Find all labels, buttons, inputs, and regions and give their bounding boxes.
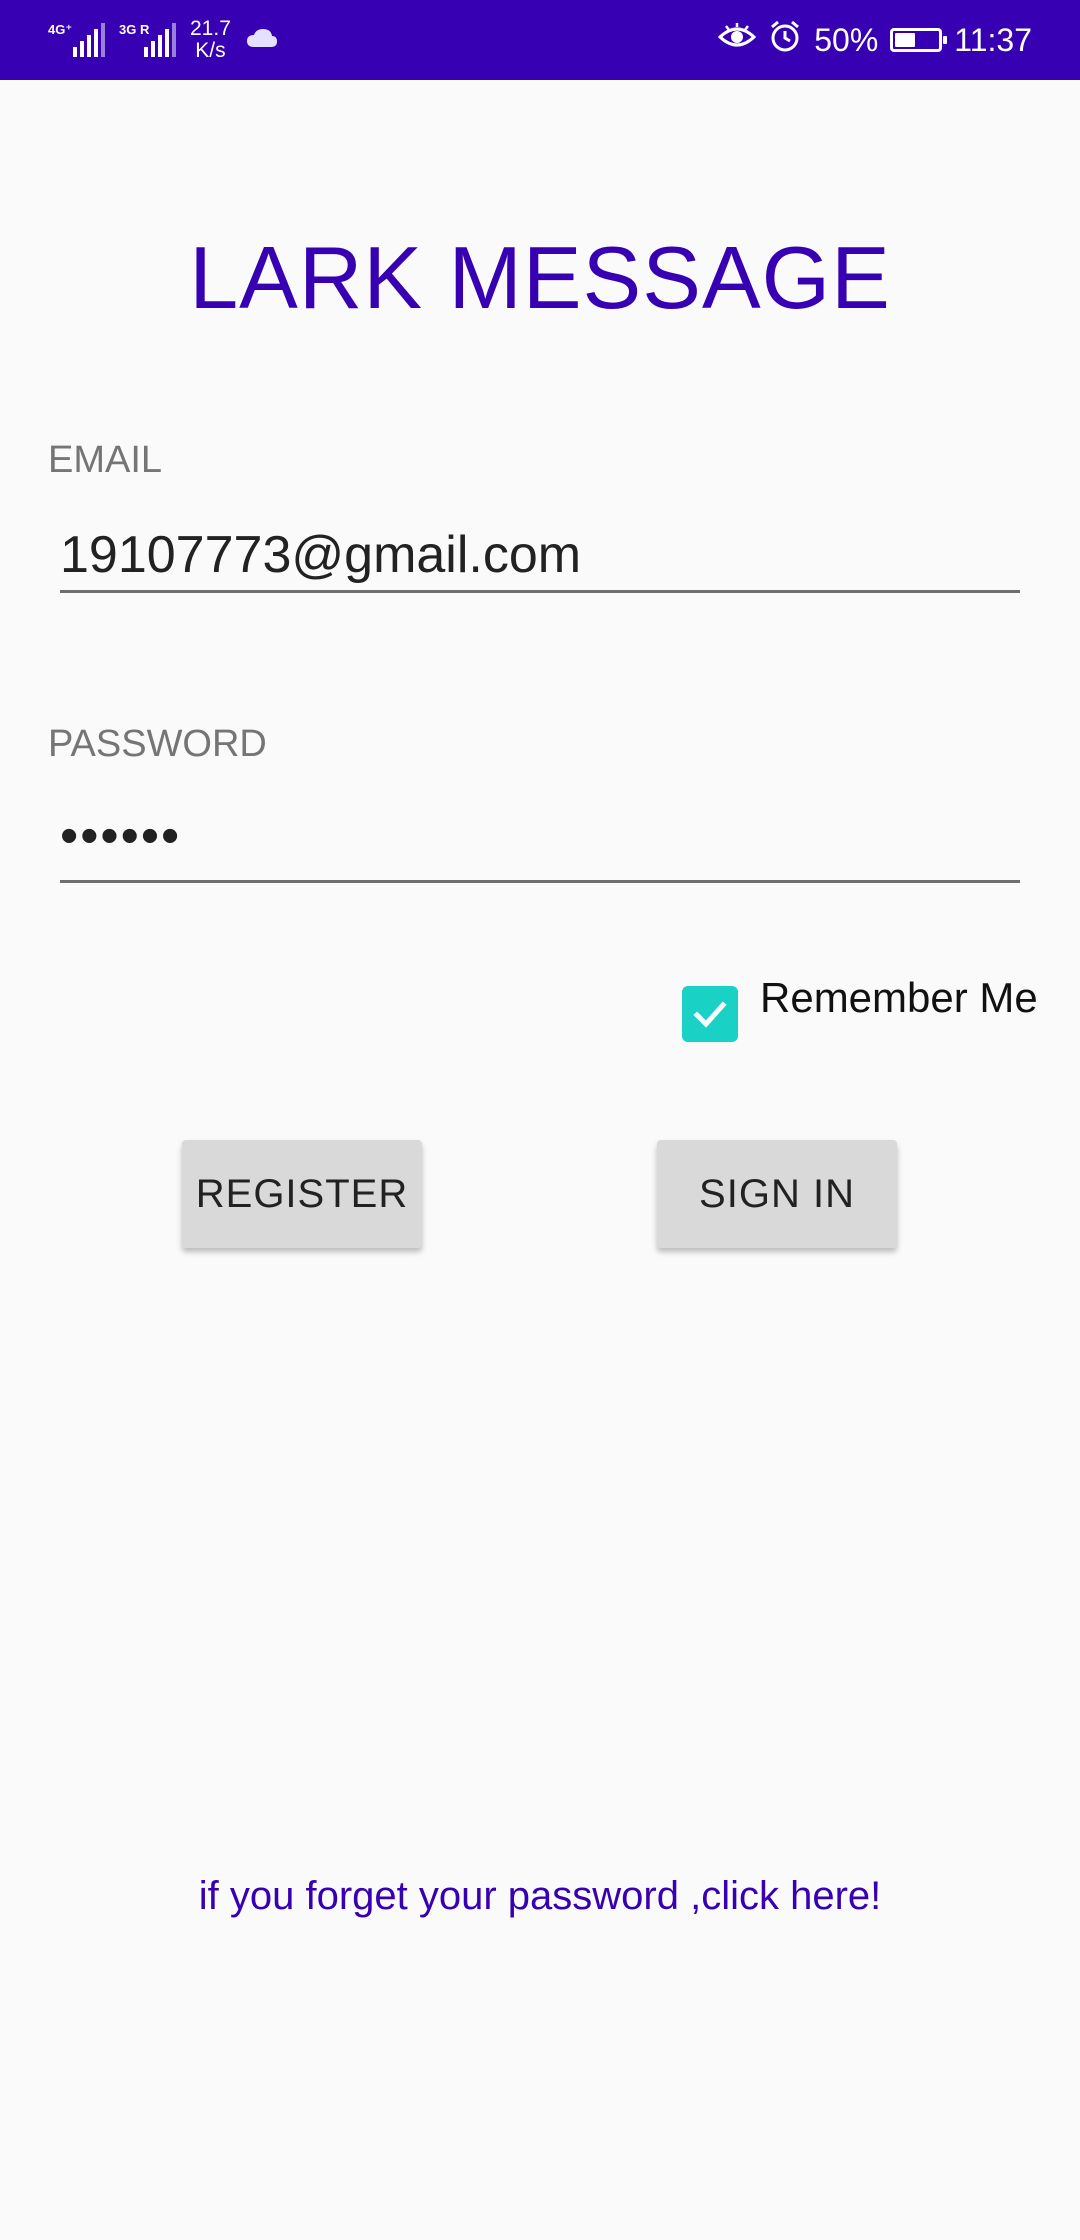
status-bar-right: 50% 11:37 (718, 0, 1032, 80)
clock-time: 11:37 (954, 21, 1032, 58)
email-label: EMAIL (48, 439, 163, 481)
network-type-label: 4G⁺ (48, 22, 73, 37)
remember-me-checkbox[interactable] (682, 986, 738, 1042)
password-masked-value: •••••• (60, 807, 182, 865)
check-icon (693, 1001, 727, 1028)
signal-icon: 4G⁺ (48, 23, 105, 57)
status-bar: 4G⁺ 3G R 21.7 K/s 50% 11:37 (0, 0, 1080, 80)
sign-in-button[interactable]: SIGN IN (657, 1140, 897, 1248)
alarm-icon (768, 19, 802, 61)
speed-value: 21.7 (190, 17, 231, 40)
register-button[interactable]: REGISTER (182, 1140, 422, 1248)
password-label: PASSWORD (48, 723, 267, 765)
network-type-label-2: 3G R (119, 22, 150, 37)
eye-icon (718, 22, 757, 59)
cloud-icon (245, 26, 279, 55)
battery-percent: 50% (814, 21, 879, 58)
remember-me-label: Remember Me (760, 974, 1038, 1021)
status-bar-left: 4G⁺ 3G R 21.7 K/s (48, 0, 279, 80)
app-title: LARK MESSAGE (189, 228, 891, 327)
forgot-password-link[interactable]: if you forget your password ,click here! (0, 1868, 1080, 1924)
password-field[interactable] (60, 810, 1020, 883)
battery-fill (895, 33, 916, 47)
signal-icon-secondary: 3G R (119, 23, 176, 57)
speed-unit: K/s (195, 39, 226, 62)
battery-icon (890, 28, 948, 52)
remember-me[interactable]: Remember Me (682, 970, 1038, 1042)
email-field[interactable] (60, 520, 1020, 593)
network-speed: 21.7 K/s (190, 18, 231, 62)
